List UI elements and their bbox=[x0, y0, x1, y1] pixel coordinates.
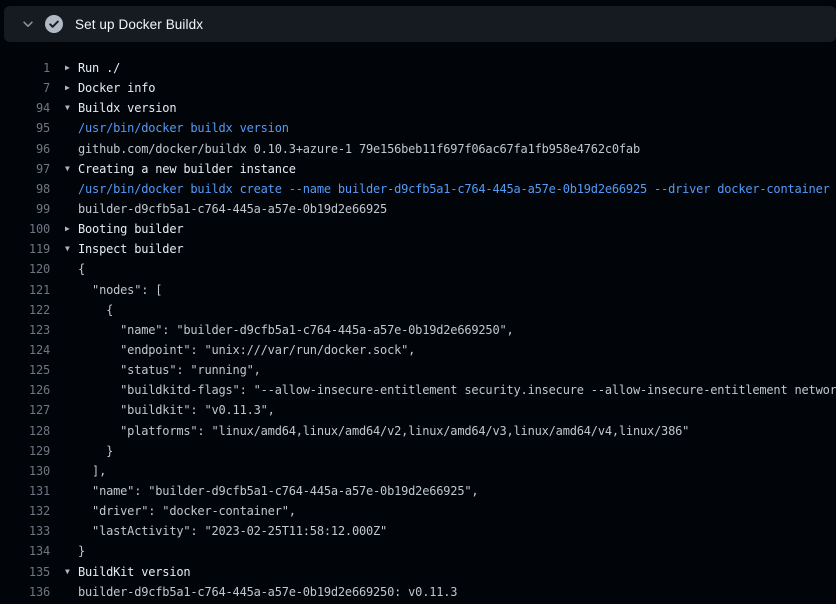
check-circle-icon bbox=[45, 15, 63, 33]
line-number[interactable]: 97 bbox=[0, 162, 50, 176]
line-number[interactable]: 100 bbox=[0, 222, 50, 236]
line-text: "driver": "docker-container", bbox=[78, 504, 836, 518]
line-text: ], bbox=[78, 464, 836, 478]
log-line-group[interactable]: 1 ▶ Run ./ bbox=[0, 58, 836, 78]
step-title: Set up Docker Buildx bbox=[75, 17, 203, 32]
log-line: 98 /usr/bin/docker buildx create --name … bbox=[0, 179, 836, 199]
line-number[interactable]: 99 bbox=[0, 202, 50, 216]
line-text: "platforms": "linux/amd64,linux/amd64/v2… bbox=[78, 424, 836, 438]
log-line: 130 ], bbox=[0, 461, 836, 481]
log-line: 131 "name": "builder-d9cfb5a1-c764-445a-… bbox=[0, 481, 836, 501]
line-text: "name": "builder-d9cfb5a1-c764-445a-a57e… bbox=[78, 484, 836, 498]
line-number[interactable]: 98 bbox=[0, 182, 50, 196]
line-text: builder-d9cfb5a1-c764-445a-a57e-0b19d2e6… bbox=[78, 202, 836, 216]
log-line: 126 "buildkitd-flags": "--allow-insecure… bbox=[0, 380, 836, 400]
line-text: "name": "builder-d9cfb5a1-c764-445a-a57e… bbox=[78, 323, 836, 337]
caret-down-icon: ▼ bbox=[65, 104, 78, 112]
line-number[interactable]: 135 bbox=[0, 565, 50, 579]
caret-down-icon: ▼ bbox=[65, 165, 78, 173]
line-number[interactable]: 124 bbox=[0, 343, 50, 357]
line-text: Booting builder bbox=[78, 222, 836, 236]
step-header[interactable]: Set up Docker Buildx bbox=[4, 6, 836, 42]
line-number[interactable]: 119 bbox=[0, 242, 50, 256]
line-text: Docker info bbox=[78, 81, 836, 95]
log-line-group[interactable]: 97 ▼ Creating a new builder instance bbox=[0, 159, 836, 179]
log-line: 128 "platforms": "linux/amd64,linux/amd6… bbox=[0, 421, 836, 441]
log-line: 132 "driver": "docker-container", bbox=[0, 501, 836, 521]
line-text: { bbox=[78, 262, 836, 276]
log-scroll-area[interactable]: 1 ▶ Run ./ 7 ▶ Docker info 94 ▼ Buildx v… bbox=[0, 42, 836, 602]
log-line-group[interactable]: 94 ▼ Buildx version bbox=[0, 98, 836, 118]
line-text: } bbox=[78, 544, 836, 558]
log-line: 96 github.com/docker/buildx 0.10.3+azure… bbox=[0, 139, 836, 159]
line-text: { bbox=[78, 303, 836, 317]
line-text: } bbox=[78, 444, 836, 458]
line-number[interactable]: 123 bbox=[0, 323, 50, 337]
line-number[interactable]: 1 bbox=[0, 61, 50, 75]
line-number[interactable]: 131 bbox=[0, 484, 50, 498]
line-number[interactable]: 122 bbox=[0, 303, 50, 317]
log-line: 127 "buildkit": "v0.11.3", bbox=[0, 400, 836, 420]
log-line-group[interactable]: 119 ▼ Inspect builder bbox=[0, 239, 836, 259]
log-line: 123 "name": "builder-d9cfb5a1-c764-445a-… bbox=[0, 320, 836, 340]
line-number[interactable]: 134 bbox=[0, 544, 50, 558]
line-text: /usr/bin/docker buildx create --name bui… bbox=[78, 182, 836, 196]
line-text: Creating a new builder instance bbox=[78, 162, 836, 176]
line-number[interactable]: 129 bbox=[0, 444, 50, 458]
log-line-group[interactable]: 100 ▶ Booting builder bbox=[0, 219, 836, 239]
line-text: "nodes": [ bbox=[78, 283, 836, 297]
line-number[interactable]: 128 bbox=[0, 424, 50, 438]
line-text: "status": "running", bbox=[78, 363, 836, 377]
caret-right-icon: ▶ bbox=[65, 64, 78, 72]
line-text: Run ./ bbox=[78, 61, 836, 75]
log-line: 125 "status": "running", bbox=[0, 360, 836, 380]
log-line: 95 /usr/bin/docker buildx version bbox=[0, 118, 836, 138]
line-number[interactable]: 121 bbox=[0, 283, 50, 297]
line-text: /usr/bin/docker buildx version bbox=[78, 121, 836, 135]
log-line: 124 "endpoint": "unix:///var/run/docker.… bbox=[0, 340, 836, 360]
line-text: "buildkit": "v0.11.3", bbox=[78, 403, 836, 417]
caret-right-icon: ▶ bbox=[65, 225, 78, 233]
caret-down-icon: ▼ bbox=[65, 245, 78, 253]
line-number[interactable]: 125 bbox=[0, 363, 50, 377]
line-number[interactable]: 136 bbox=[0, 585, 50, 599]
line-number[interactable]: 132 bbox=[0, 504, 50, 518]
line-text: "endpoint": "unix:///var/run/docker.sock… bbox=[78, 343, 836, 357]
line-text: "lastActivity": "2023-02-25T11:58:12.000… bbox=[78, 524, 836, 538]
line-text: builder-d9cfb5a1-c764-445a-a57e-0b19d2e6… bbox=[78, 585, 836, 599]
line-number[interactable]: 127 bbox=[0, 403, 50, 417]
line-text: github.com/docker/buildx 0.10.3+azure-1 … bbox=[78, 142, 836, 156]
log-line: 121 "nodes": [ bbox=[0, 280, 836, 300]
line-number[interactable]: 120 bbox=[0, 262, 50, 276]
chevron-down-icon[interactable] bbox=[21, 17, 35, 31]
line-text: "buildkitd-flags": "--allow-insecure-ent… bbox=[78, 383, 836, 397]
line-number[interactable]: 130 bbox=[0, 464, 50, 478]
line-number[interactable]: 7 bbox=[0, 81, 50, 95]
log-line-group[interactable]: 135 ▼ BuildKit version bbox=[0, 562, 836, 582]
log-line: 129 } bbox=[0, 441, 836, 461]
line-number[interactable]: 94 bbox=[0, 101, 50, 115]
log-line: 120 { bbox=[0, 259, 836, 279]
log-line: 99 builder-d9cfb5a1-c764-445a-a57e-0b19d… bbox=[0, 199, 836, 219]
line-text: Buildx version bbox=[78, 101, 836, 115]
line-number[interactable]: 126 bbox=[0, 383, 50, 397]
line-number[interactable]: 95 bbox=[0, 121, 50, 135]
log-line: 136 builder-d9cfb5a1-c764-445a-a57e-0b19… bbox=[0, 582, 836, 602]
line-number[interactable]: 133 bbox=[0, 524, 50, 538]
caret-right-icon: ▶ bbox=[65, 84, 78, 92]
log-line-group[interactable]: 7 ▶ Docker info bbox=[0, 78, 836, 98]
log-line: 134 } bbox=[0, 541, 836, 561]
line-text: BuildKit version bbox=[78, 565, 836, 579]
caret-down-icon: ▼ bbox=[65, 568, 78, 576]
log-line: 133 "lastActivity": "2023-02-25T11:58:12… bbox=[0, 521, 836, 541]
line-text: Inspect builder bbox=[78, 242, 836, 256]
log-line: 122 { bbox=[0, 300, 836, 320]
line-number[interactable]: 96 bbox=[0, 142, 50, 156]
